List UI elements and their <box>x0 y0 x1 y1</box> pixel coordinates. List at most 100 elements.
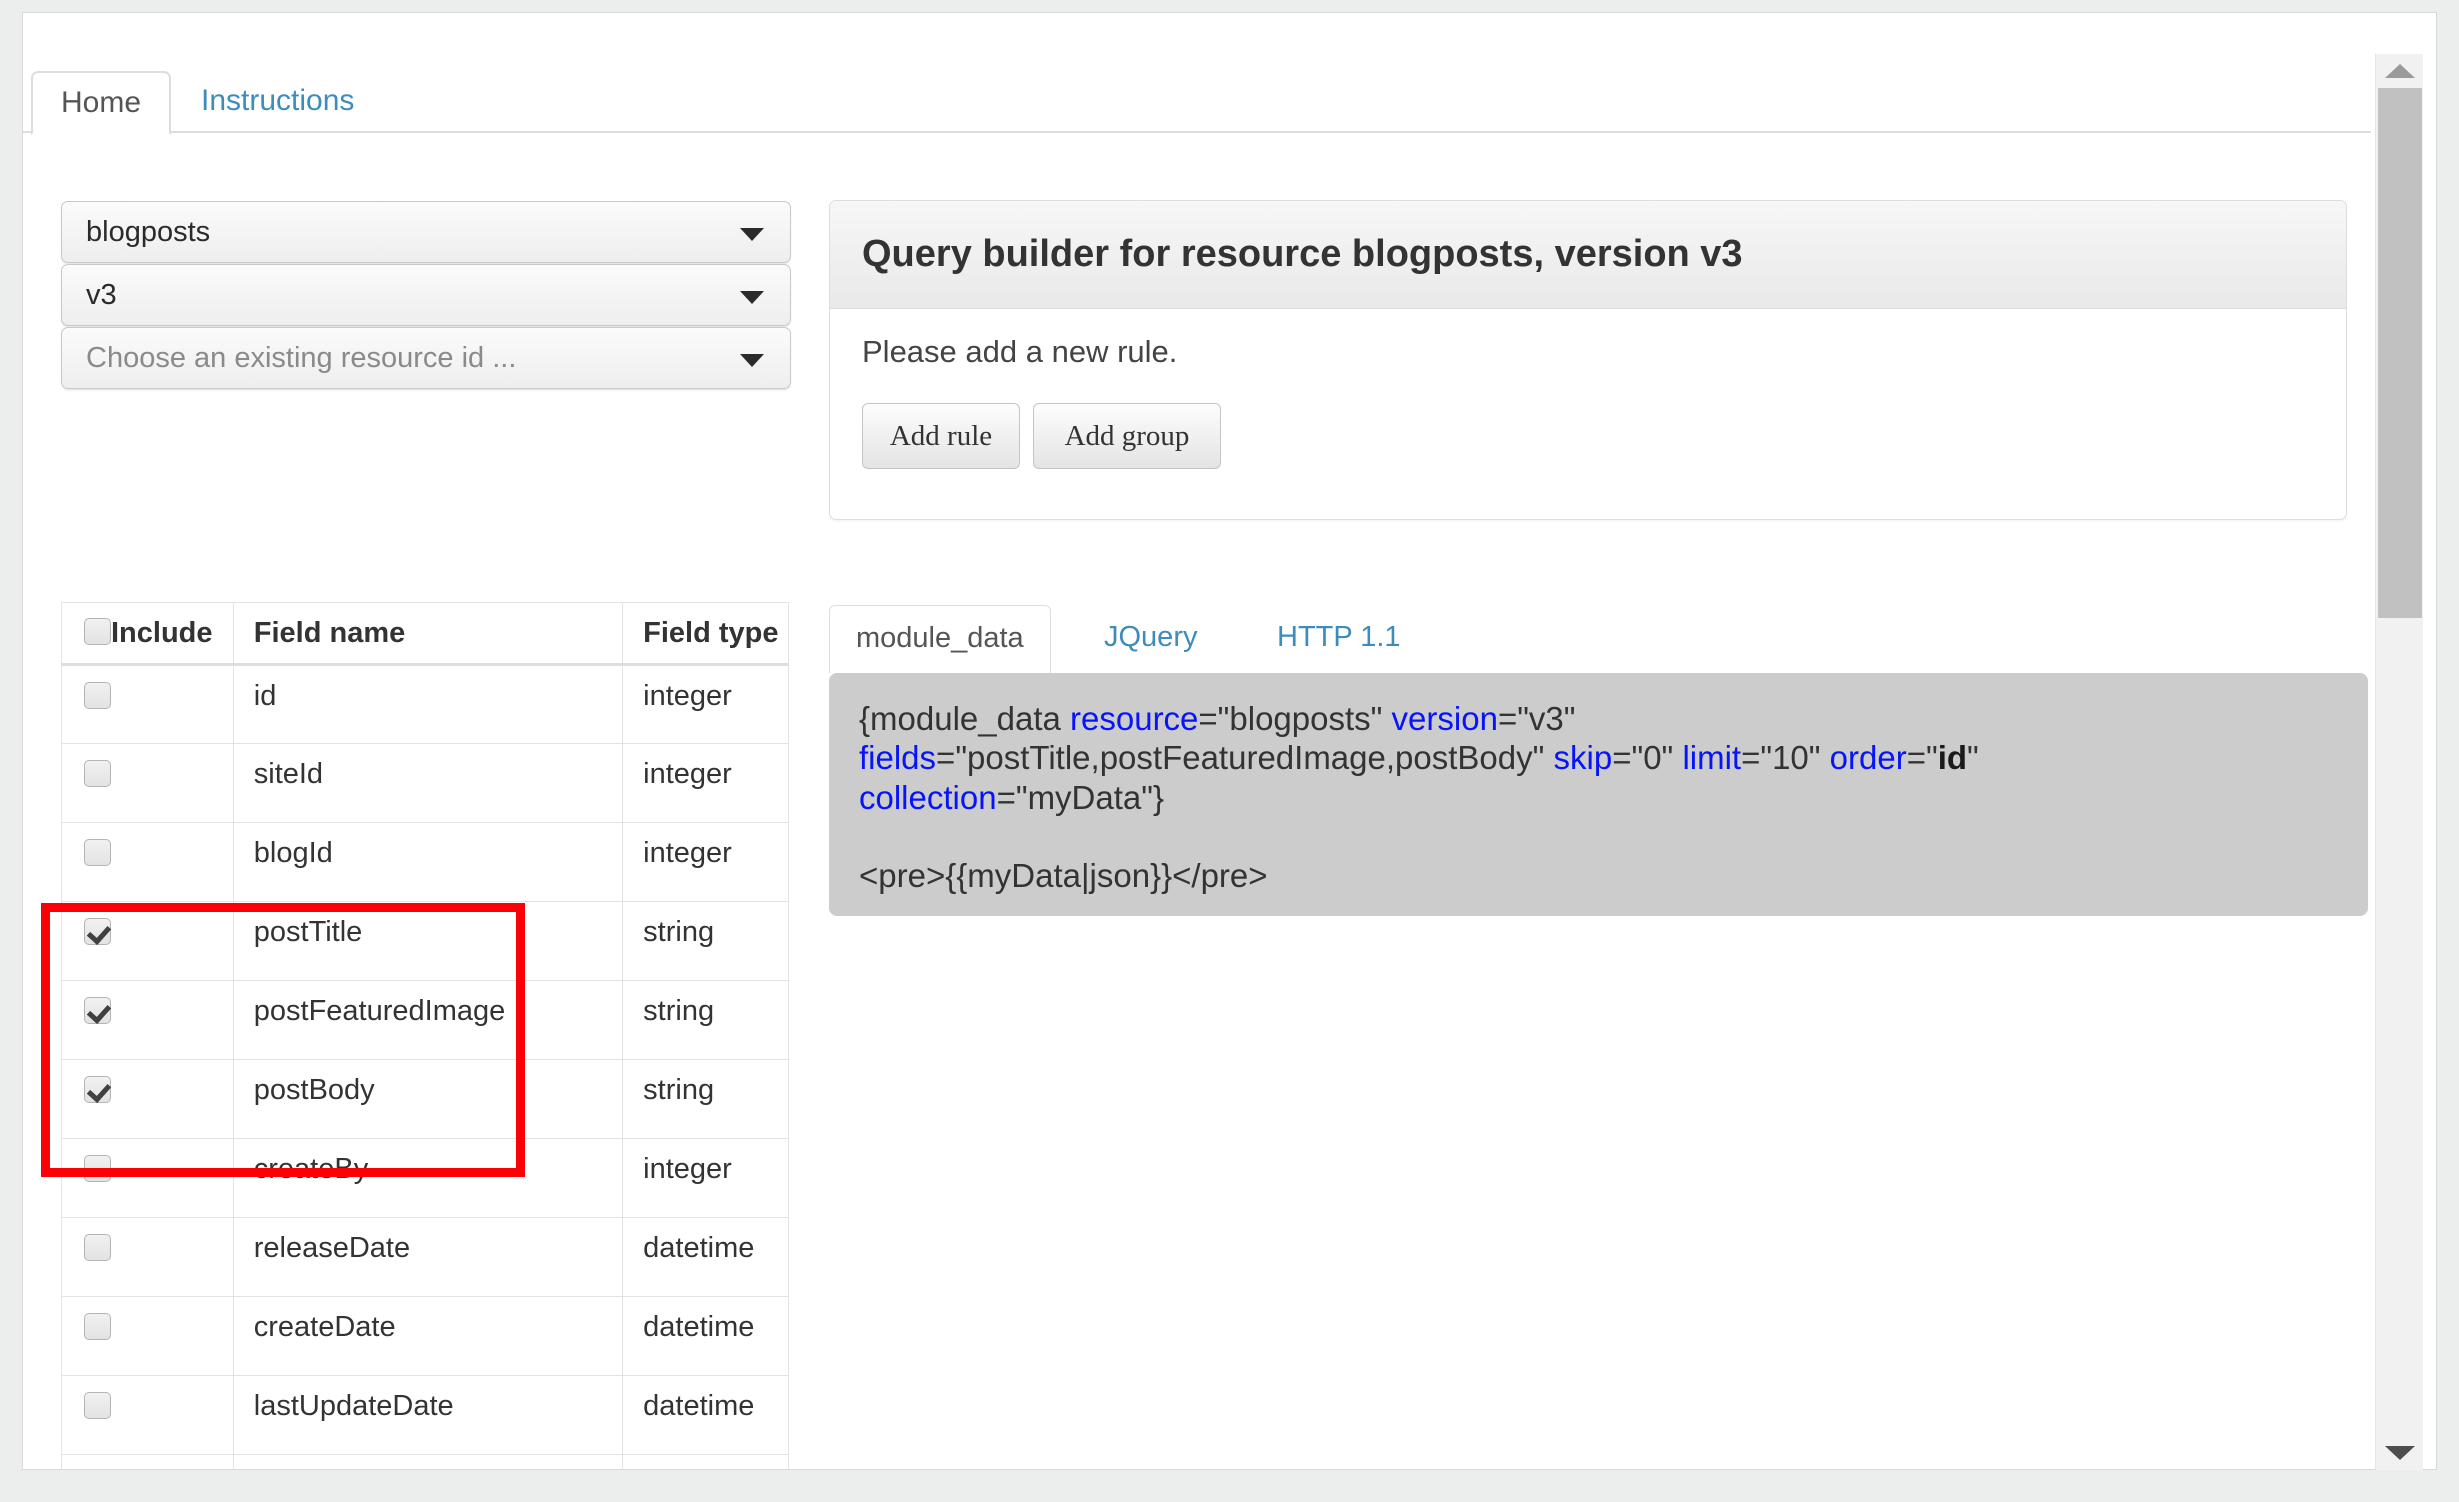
cell-field-type: datetime <box>623 1376 789 1455</box>
code-val-skip: ="0" <box>1612 739 1682 776</box>
table-row[interactable]: lastUpdateDatedatetime <box>62 1376 789 1455</box>
cell-field-type <box>623 1455 789 1471</box>
field-type-label: datetime <box>623 1218 788 1265</box>
cell-include <box>62 1455 234 1471</box>
cell-field-type: string <box>623 1060 789 1139</box>
fields-table-body: idintegersiteIdintegerblogIdintegerpostT… <box>62 665 789 1471</box>
code-val-order-value: id <box>1938 739 1967 776</box>
scroll-down-arrow-icon <box>2385 1446 2415 1460</box>
scrollbar-thumb[interactable] <box>2378 88 2422 618</box>
cell-field-name: createBy <box>233 1139 622 1218</box>
field-name-label: postFeaturedImage <box>234 981 622 1028</box>
table-row[interactable]: createDatedatetime <box>62 1297 789 1376</box>
field-name-label <box>234 1455 622 1469</box>
cell-field-type: integer <box>623 665 789 744</box>
table-row[interactable]: createByinteger <box>62 1139 789 1218</box>
th-field-type: Field type <box>623 603 789 665</box>
field-type-label: datetime <box>623 1376 788 1423</box>
field-name-label: id <box>234 666 622 713</box>
tab-home-label: Home <box>61 86 141 119</box>
cell-include <box>62 1139 234 1218</box>
cell-include <box>62 744 234 823</box>
table-row[interactable]: idinteger <box>62 665 789 744</box>
table-row[interactable]: postBodystring <box>62 1060 789 1139</box>
cell-field-name: postBody <box>233 1060 622 1139</box>
th-include: Include <box>62 603 234 665</box>
cell-field-type: datetime <box>623 1218 789 1297</box>
code-val-version: ="v3" <box>1498 700 1576 737</box>
resource-select[interactable]: blogposts <box>61 201 791 263</box>
include-checkbox[interactable] <box>84 1155 111 1182</box>
code-val-resource: ="blogposts" <box>1198 700 1391 737</box>
cell-include <box>62 1376 234 1455</box>
th-field-type-label: Field type <box>623 603 788 650</box>
nav-tabs: Home Instructions <box>23 71 2371 133</box>
cell-field-name: createDate <box>233 1297 622 1376</box>
cell-field-type: integer <box>623 823 789 902</box>
tab-jquery-label: JQuery <box>1104 621 1197 653</box>
field-type-label: integer <box>623 666 788 713</box>
code-output-tabs: module_data JQuery HTTP 1.1 <box>829 605 2369 671</box>
th-field-name: Field name <box>233 603 622 665</box>
code-val-order-close: " <box>1967 739 1979 776</box>
scroll-up-button[interactable] <box>2376 54 2424 88</box>
tab-http[interactable]: HTTP 1.1 <box>1251 605 1427 673</box>
resource-id-select[interactable]: Choose an existing resource id ... <box>61 327 791 389</box>
add-group-button[interactable]: Add group <box>1033 403 1221 469</box>
table-header-row: Include Field name Field type <box>62 603 789 665</box>
field-type-label: string <box>623 981 788 1028</box>
select-all-checkbox[interactable] <box>84 618 111 645</box>
tab-home[interactable]: Home <box>31 71 171 135</box>
include-checkbox[interactable] <box>84 760 111 787</box>
browser-viewport: Home Instructions blogposts v3 Choose an… <box>0 0 2459 1502</box>
query-builder-title: Query builder for resource blogposts, ve… <box>862 201 1743 307</box>
field-type-label: string <box>623 902 788 949</box>
table-row[interactable]: postTitlestring <box>62 902 789 981</box>
add-rule-button[interactable]: Add rule <box>862 403 1020 469</box>
table-row[interactable]: releaseDatedatetime <box>62 1218 789 1297</box>
query-builder-message: Please add a new rule. <box>862 334 1177 370</box>
field-type-label: integer <box>623 744 788 791</box>
code-kw-skip: skip <box>1554 739 1613 776</box>
cell-include <box>62 1218 234 1297</box>
tab-instructions[interactable]: Instructions <box>173 71 382 135</box>
table-row[interactable]: siteIdinteger <box>62 744 789 823</box>
include-checkbox[interactable] <box>84 918 111 945</box>
code-kw-version: version <box>1392 700 1498 737</box>
code-val-collection: ="myData"} <box>997 779 1164 816</box>
include-checkbox[interactable] <box>84 1234 111 1261</box>
tab-http-label: HTTP 1.1 <box>1277 621 1401 653</box>
tab-jquery[interactable]: JQuery <box>1078 605 1223 673</box>
code-pre-line: <pre>{{myData|json}}</pre> <box>859 857 1268 894</box>
include-checkbox[interactable] <box>84 682 111 709</box>
cell-include <box>62 1297 234 1376</box>
scroll-down-button[interactable] <box>2376 1436 2424 1470</box>
table-row[interactable]: postFeaturedImagestring <box>62 981 789 1060</box>
field-type-label: datetime <box>623 1297 788 1344</box>
cell-include <box>62 1060 234 1139</box>
tab-module-data[interactable]: module_data <box>829 605 1051 673</box>
generated-code-block[interactable]: {module_data resource="blogposts" versio… <box>829 673 2368 916</box>
cell-field-type: integer <box>623 1139 789 1218</box>
field-name-label: postTitle <box>234 902 622 949</box>
cell-field-name: blogId <box>233 823 622 902</box>
include-checkbox[interactable] <box>84 997 111 1024</box>
vertical-scrollbar[interactable] <box>2375 54 2423 1470</box>
field-name-label: postBody <box>234 1060 622 1107</box>
table-row[interactable]: blogIdinteger <box>62 823 789 902</box>
fields-table: Include Field name Field type idintegers… <box>61 602 789 1470</box>
field-name-label: siteId <box>234 744 622 791</box>
cell-field-type: string <box>623 902 789 981</box>
include-checkbox[interactable] <box>84 1076 111 1103</box>
version-select[interactable]: v3 <box>61 264 791 326</box>
table-row[interactable] <box>62 1455 789 1471</box>
field-name-label: releaseDate <box>234 1218 622 1265</box>
field-type-label: string <box>623 1060 788 1107</box>
code-line1-prefix: {module_data <box>859 700 1070 737</box>
query-builder-panel: Query builder for resource blogposts, ve… <box>829 200 2347 520</box>
include-checkbox[interactable] <box>84 839 111 866</box>
include-checkbox[interactable] <box>84 1313 111 1340</box>
th-include-label: Include <box>111 617 213 649</box>
include-checkbox[interactable] <box>84 1392 111 1419</box>
th-field-name-label: Field name <box>234 603 622 650</box>
